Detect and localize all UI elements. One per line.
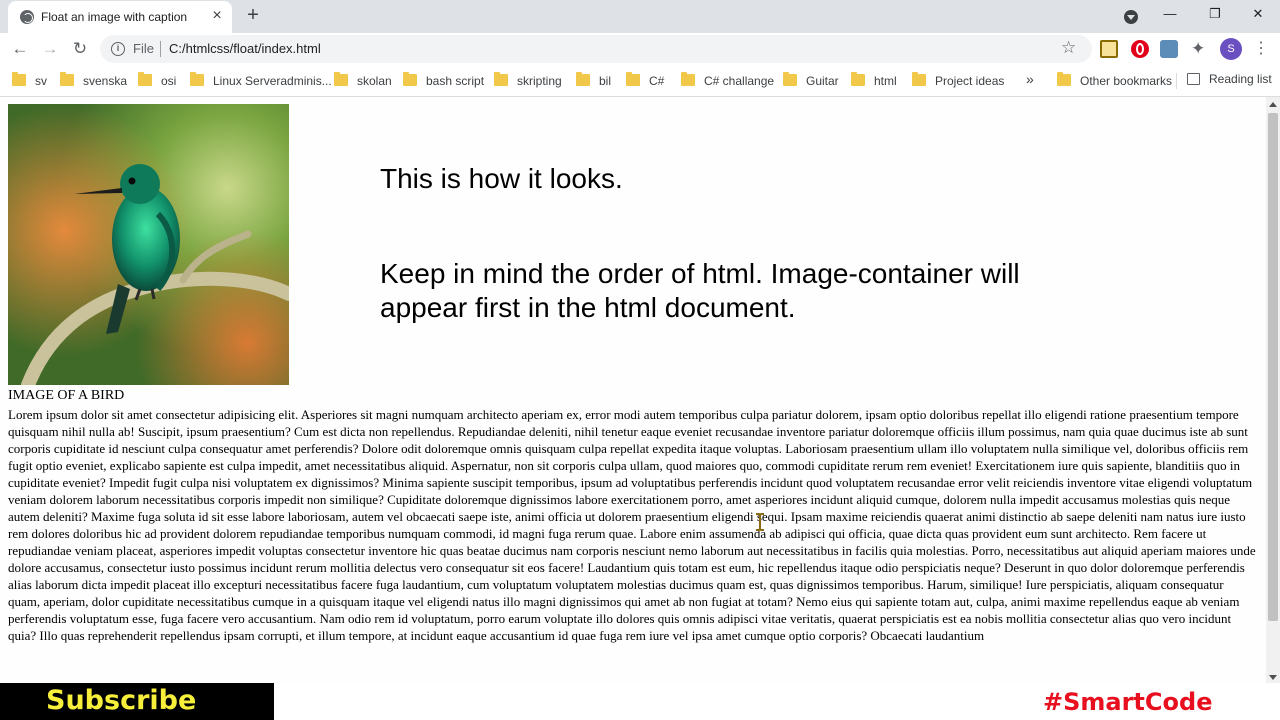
scroll-thumb[interactable]: [1268, 113, 1278, 621]
bookmarks-divider: [1176, 73, 1177, 89]
tab-active[interactable]: Float an image with caption ×: [8, 1, 232, 33]
url-scheme: File: [133, 41, 154, 56]
new-tab-button[interactable]: +: [242, 4, 264, 26]
more-bookmarks-button[interactable]: »: [1026, 71, 1034, 87]
bookmark-label: sv: [35, 74, 47, 88]
folder-icon: [851, 72, 865, 86]
lead-heading: This is how it looks.: [380, 163, 623, 194]
toolbar: ← → ↻ i File C:/htmlcss/float/index.html…: [0, 33, 1280, 65]
lead-note: Keep in mind the order of html. Image-co…: [380, 258, 1020, 323]
subscribe-label: Subscribe: [46, 685, 197, 716]
folder-icon: [783, 72, 797, 86]
bookmarks-bar: sv svenska osi Linux Serveradminis... sk…: [0, 65, 1280, 97]
image-caption: IMAGE OF A BIRD: [8, 388, 125, 403]
info-icon[interactable]: i: [111, 42, 125, 56]
folder-icon: [190, 72, 204, 86]
folder-icon: [626, 72, 640, 86]
restore-button[interactable]: ❐: [1201, 4, 1229, 24]
forward-icon[interactable]: →: [38, 37, 62, 61]
bookmark-label: osi: [161, 74, 177, 88]
body-paragraph: Lorem ipsum dolor sit amet consectetur a…: [8, 407, 1256, 643]
other-bookmarks-label: Other bookmarks: [1080, 74, 1173, 88]
profile-avatar[interactable]: S: [1220, 38, 1242, 60]
extensions-puzzle-icon[interactable]: ✦: [1191, 39, 1209, 58]
bookmark-label: html: [874, 74, 897, 88]
bookmark-star-icon[interactable]: ☆: [1061, 38, 1076, 58]
folder-icon: [576, 72, 590, 86]
scroll-up-arrow-icon[interactable]: [1269, 102, 1277, 107]
window-close-button[interactable]: ✕: [1244, 4, 1272, 24]
folder-icon: [138, 72, 152, 86]
bookmark-label: svenska: [83, 74, 128, 88]
page-scrollbar[interactable]: [1266, 97, 1280, 687]
clipboard-extension-icon[interactable]: [1100, 40, 1118, 58]
back-icon[interactable]: ←: [8, 37, 32, 61]
bookmark-label: Guitar: [806, 74, 839, 88]
bookmark-label: C# challange: [704, 74, 775, 88]
bookmark-label: bil: [599, 74, 612, 88]
folder-icon: [494, 72, 508, 86]
tab-close-button[interactable]: ×: [208, 7, 226, 25]
print-extension-icon[interactable]: [1160, 40, 1178, 58]
opera-extension-icon[interactable]: [1131, 40, 1149, 58]
folder-icon: [334, 72, 348, 86]
tab-title: Float an image with caption: [41, 10, 188, 24]
bird-image: [8, 104, 289, 385]
reading-list-icon[interactable]: [1187, 73, 1200, 85]
bookmark-label: skripting: [517, 74, 562, 88]
page-viewport: IMAGE OF A BIRD This is how it looks. Ke…: [0, 97, 1266, 687]
folder-icon: [912, 72, 926, 86]
bookmark-label: Project ideas: [935, 74, 1005, 88]
minimize-button[interactable]: —: [1156, 4, 1184, 24]
bookmark-label: bash script: [426, 74, 485, 88]
bookmark-label: C#: [649, 74, 665, 88]
url-text[interactable]: C:/htmlcss/float/index.html: [169, 41, 321, 56]
reading-list-label[interactable]: Reading list: [1209, 72, 1272, 86]
folder-icon: [681, 72, 695, 86]
tab-strip: Float an image with caption × + — ❐ ✕: [0, 0, 1280, 33]
folder-icon: [403, 72, 417, 86]
channel-tag: #SmartCode: [1043, 688, 1213, 716]
bookmark-label: Linux Serveradminis...: [213, 74, 332, 88]
bookmark-label: skolan: [357, 74, 392, 88]
folder-icon: [60, 72, 74, 86]
folder-icon: [12, 72, 26, 86]
folder-icon: [1057, 72, 1071, 86]
globe-icon: [20, 10, 34, 24]
address-divider: [160, 41, 161, 57]
menu-icon[interactable]: ⋮: [1253, 38, 1269, 58]
address-bar[interactable]: i File C:/htmlcss/float/index.html ☆: [100, 35, 1092, 63]
scroll-down-arrow-icon[interactable]: [1269, 675, 1277, 680]
tab-search-icon[interactable]: [1124, 10, 1138, 24]
reload-icon[interactable]: ↻: [68, 37, 92, 61]
text-cursor-icon: [756, 513, 764, 531]
